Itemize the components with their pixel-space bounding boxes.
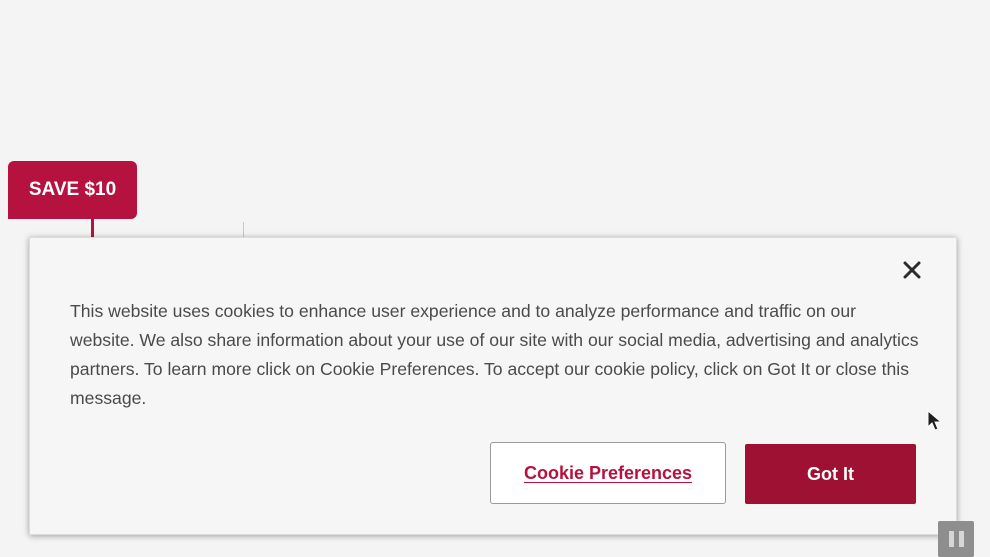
badge-stem [91, 218, 94, 238]
mouse-pointer-icon [926, 409, 944, 434]
save-badge[interactable]: SAVE $10 [8, 161, 137, 219]
background-divider [243, 222, 244, 238]
save-badge-label: SAVE $10 [28, 179, 117, 200]
page: SAVE $10 This website uses cookies to en… [0, 0, 990, 557]
cookie-preferences-button[interactable]: Cookie Preferences [490, 442, 726, 504]
cookie-banner: This website uses cookies to enhance use… [29, 237, 957, 535]
got-it-button[interactable]: Got It [745, 444, 916, 504]
pause-icon-bar [958, 531, 964, 547]
cookie-message: This website uses cookies to enhance use… [70, 301, 919, 408]
close-icon [902, 260, 922, 280]
cookie-preferences-label: Cookie Preferences [523, 462, 693, 483]
pause-icon [948, 531, 954, 547]
pause-button[interactable] [938, 521, 974, 557]
got-it-label: Got It [807, 463, 854, 484]
close-button[interactable] [902, 260, 922, 280]
